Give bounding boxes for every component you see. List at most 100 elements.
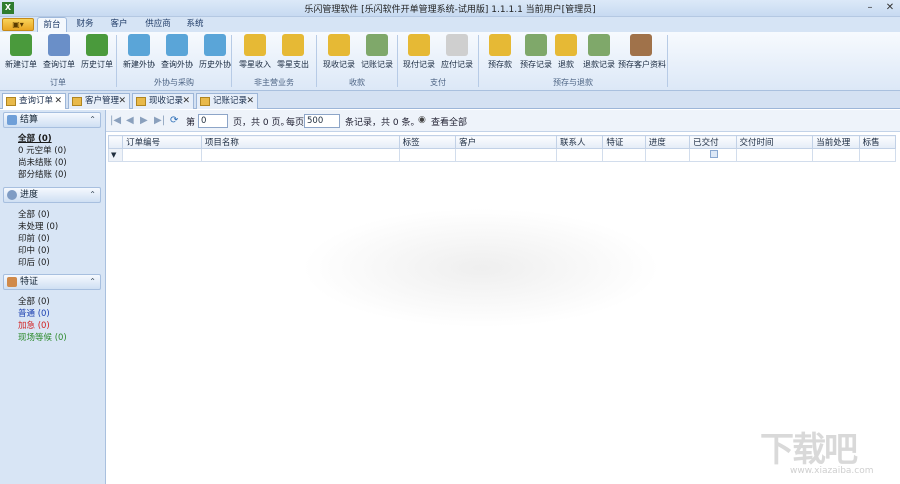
ribbon-button-expense[interactable]: 零星支出 bbox=[274, 34, 312, 72]
filter-cell[interactable] bbox=[122, 148, 202, 162]
refresh-icon[interactable]: ⟳ bbox=[170, 115, 178, 126]
ribbon-button-payable[interactable]: 应付记录 bbox=[438, 34, 476, 72]
filter-item[interactable]: 全部 (0) bbox=[18, 295, 50, 307]
filter-sidebar: 结算 ⌃ 全部 (0) 0 元空单 (0) 尚未结账 (0) 部分结账 (0) … bbox=[0, 110, 106, 484]
panel-header-special[interactable]: 特证 ⌃ bbox=[3, 274, 101, 290]
close-icon[interactable]: ✕ bbox=[246, 94, 254, 109]
checkbox-icon[interactable] bbox=[709, 150, 718, 158]
watermark-logo: 下载吧 www.xiazaiba.com bbox=[760, 422, 896, 480]
group-label-deposit-refund: 预存与退款 bbox=[553, 78, 593, 87]
filter-item[interactable]: 普通 (0) bbox=[18, 307, 50, 319]
page-input[interactable]: 0 bbox=[198, 114, 228, 128]
filter-item[interactable]: 尚未结账 (0) bbox=[18, 156, 67, 168]
close-icon[interactable]: ✕ bbox=[118, 94, 126, 109]
doc-tab-ledger-record[interactable]: 记账记录 ✕ bbox=[196, 93, 258, 109]
last-page-icon[interactable]: ▶| bbox=[154, 115, 165, 126]
ribbon-button-history-outsource[interactable]: 历史外协 bbox=[196, 34, 234, 72]
ribbon-button-new-outsource[interactable]: 新建外协 bbox=[120, 34, 158, 72]
tab-supplier[interactable]: 供应商 bbox=[138, 17, 178, 32]
filter-item[interactable]: 印前 (0) bbox=[18, 232, 50, 244]
view-all-button[interactable]: 查看全部 bbox=[431, 115, 467, 128]
minimize-button[interactable]: – bbox=[862, 1, 878, 15]
next-page-icon[interactable]: ▶ bbox=[140, 115, 148, 126]
filter-cell[interactable] bbox=[555, 148, 604, 162]
filter-cell[interactable] bbox=[455, 148, 557, 162]
ribbon-button-label: 现收记录 bbox=[323, 60, 355, 69]
ribbon-button-query-outsource[interactable]: 查询外协 bbox=[158, 34, 196, 72]
doc-tab-query-order[interactable]: 查询订单 ✕ bbox=[2, 93, 66, 109]
filter-cell[interactable] bbox=[644, 148, 691, 162]
column-header[interactable]: 当前处理 bbox=[812, 135, 860, 149]
panel-header-settlement[interactable]: 结算 ⌃ bbox=[3, 112, 101, 128]
filter-item[interactable]: 全部 (0) bbox=[18, 132, 52, 144]
doc-tab-label: 现收记录 bbox=[149, 96, 184, 106]
filter-item[interactable]: 现场等候 (0) bbox=[18, 331, 67, 343]
tab-finance[interactable]: 财务 bbox=[70, 17, 100, 32]
column-header[interactable]: 项目名称 bbox=[200, 135, 400, 149]
history-order-icon bbox=[86, 34, 108, 56]
document-icon bbox=[200, 97, 210, 106]
document-icon bbox=[6, 97, 16, 106]
filter-item[interactable]: 部分结账 (0) bbox=[18, 168, 67, 180]
close-button[interactable]: ✕ bbox=[882, 1, 898, 15]
ribbon-button-label: 新建订单 bbox=[5, 60, 37, 69]
column-header[interactable]: 特证 bbox=[602, 135, 646, 149]
group-label-orders: 订单 bbox=[50, 78, 66, 87]
query-outsource-icon bbox=[166, 34, 188, 56]
tag-icon bbox=[7, 277, 17, 287]
filter-item[interactable]: 加急 (0) bbox=[18, 319, 50, 331]
first-page-icon[interactable]: |◀ bbox=[110, 115, 121, 126]
column-header[interactable]: 联系人 bbox=[555, 135, 604, 149]
filter-cell[interactable] bbox=[735, 148, 814, 162]
ribbon-button-refund[interactable]: 退款 bbox=[552, 34, 580, 72]
chevron-up-icon[interactable]: ⌃ bbox=[89, 113, 96, 127]
ribbon-button-income[interactable]: 零星收入 bbox=[236, 34, 274, 72]
filter-item[interactable]: 未处理 (0) bbox=[18, 220, 58, 232]
deposit-icon bbox=[489, 34, 511, 56]
column-header[interactable]: 交付时间 bbox=[735, 135, 814, 149]
filter-item[interactable]: 全部 (0) bbox=[18, 208, 50, 220]
ribbon-button-refund-record[interactable]: 退款记录 bbox=[580, 34, 618, 72]
per-page-input[interactable]: 500 bbox=[304, 114, 340, 128]
group-label-receipts: 收款 bbox=[349, 78, 365, 87]
chevron-up-icon[interactable]: ⌃ bbox=[89, 188, 96, 202]
panel-header-progress[interactable]: 进度 ⌃ bbox=[3, 187, 101, 203]
ribbon-button-cash-record[interactable]: 现收记录 bbox=[320, 34, 358, 72]
filter-cell[interactable] bbox=[858, 148, 897, 162]
tab-front-desk[interactable]: 前台 bbox=[37, 17, 67, 32]
column-header[interactable]: 标售 bbox=[858, 135, 897, 149]
column-header[interactable]: 订单编号 bbox=[122, 135, 202, 149]
column-header[interactable]: 客户 bbox=[455, 135, 557, 149]
column-header[interactable]: 标签 bbox=[398, 135, 457, 149]
ribbon-button-deposit[interactable]: 预存款 bbox=[482, 34, 518, 72]
ribbon-button-history-order[interactable]: 历史订单 bbox=[78, 34, 116, 72]
chevron-up-icon[interactable]: ⌃ bbox=[89, 275, 96, 289]
filter-item[interactable]: 印后 (0) bbox=[18, 256, 50, 268]
close-icon[interactable]: ✕ bbox=[54, 94, 62, 109]
close-icon[interactable]: ✕ bbox=[182, 94, 190, 109]
filter-cell[interactable] bbox=[602, 148, 646, 162]
ribbon-button-label: 退款记录 bbox=[583, 60, 615, 69]
ribbon-button-new-order[interactable]: 新建订单 bbox=[2, 34, 40, 72]
doc-tab-customer-mgmt[interactable]: 客户管理 ✕ bbox=[68, 93, 130, 109]
ribbon-button-cash-pay[interactable]: 现付记录 bbox=[400, 34, 438, 72]
prev-page-icon[interactable]: ◀ bbox=[126, 115, 134, 126]
filter-cell[interactable] bbox=[812, 148, 860, 162]
column-header[interactable]: 进度 bbox=[644, 135, 691, 149]
tab-customer[interactable]: 客户 bbox=[104, 17, 134, 32]
filter-item[interactable]: 印中 (0) bbox=[18, 244, 50, 256]
ribbon-button-customer-profile[interactable]: 预存客户资料 bbox=[618, 34, 666, 72]
panel-title: 特证 bbox=[20, 277, 39, 287]
tab-system[interactable]: 系统 bbox=[180, 17, 210, 32]
ribbon-tab-bar: ▣▾ 前台 财务 客户 供应商 系统 bbox=[0, 17, 900, 32]
column-header[interactable]: 已交付 bbox=[689, 135, 737, 149]
app-menu-button[interactable]: ▣▾ bbox=[2, 18, 34, 31]
filter-cell[interactable] bbox=[689, 148, 737, 162]
filter-cell[interactable] bbox=[398, 148, 457, 162]
ribbon-button-query-order[interactable]: 查询订单 bbox=[40, 34, 78, 72]
filter-item[interactable]: 0 元空单 (0) bbox=[18, 144, 66, 156]
ribbon-button-ledger-record[interactable]: 记账记录 bbox=[358, 34, 396, 72]
doc-tab-cash-record[interactable]: 现收记录 ✕ bbox=[132, 93, 194, 109]
filter-cell[interactable] bbox=[200, 148, 400, 162]
ribbon-button-deposit-record[interactable]: 预存记录 bbox=[518, 34, 554, 72]
